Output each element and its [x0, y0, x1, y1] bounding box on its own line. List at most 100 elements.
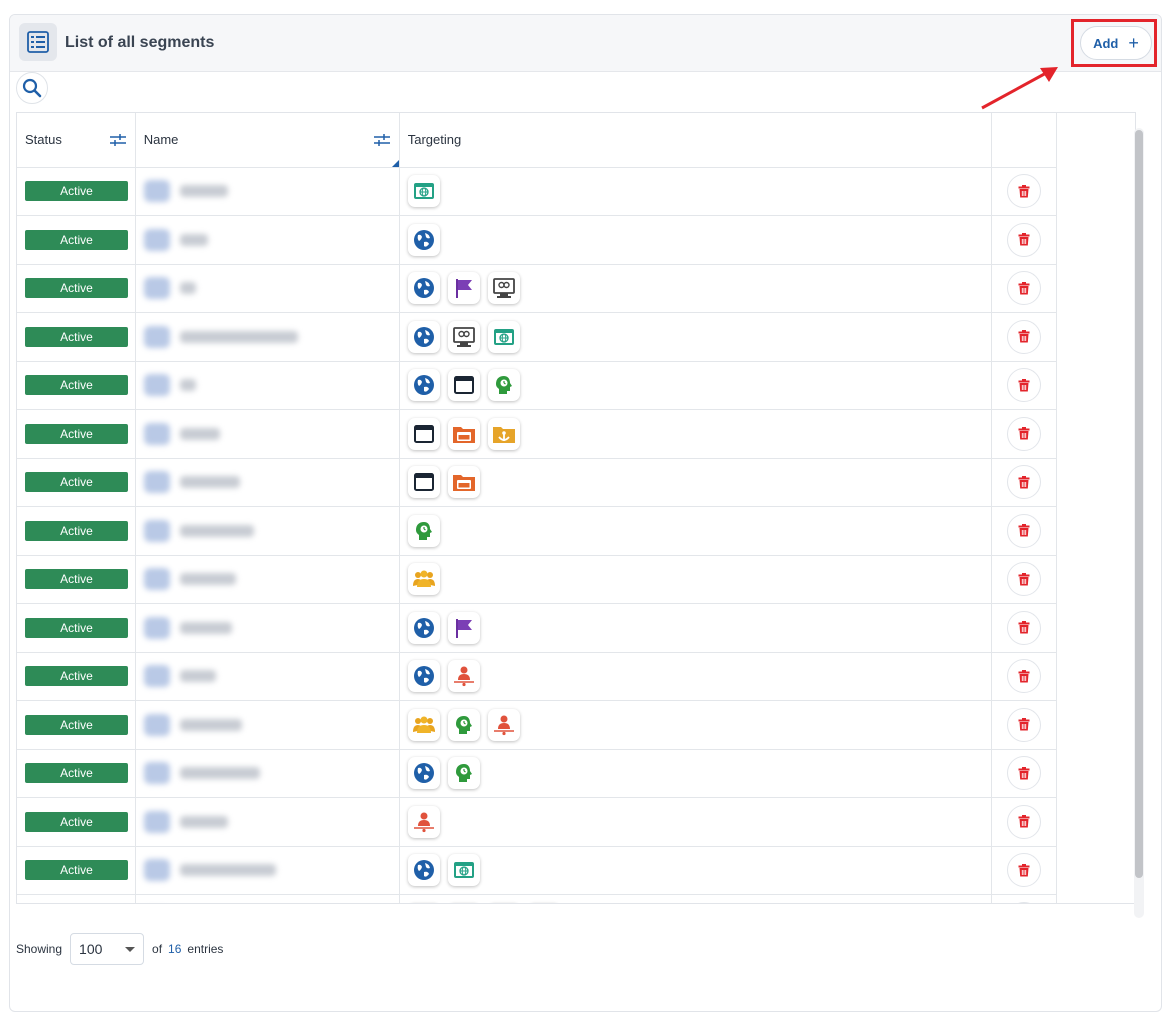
delete-button[interactable]: [1007, 222, 1042, 257]
name-cell[interactable]: [135, 458, 400, 507]
table-row[interactable]: Active: [17, 312, 1057, 362]
name-cell[interactable]: [135, 264, 400, 313]
name-cell[interactable]: [135, 652, 400, 701]
segment-name-redacted: [179, 864, 276, 877]
name-cell[interactable]: [135, 506, 400, 556]
add-button[interactable]: Add +: [1080, 26, 1152, 60]
globe-icon: [407, 757, 440, 790]
actions-cell: [991, 652, 1057, 701]
table-row[interactable]: Active: [17, 506, 1057, 556]
status-cell: Active: [17, 700, 136, 750]
name-cell[interactable]: [135, 215, 400, 265]
table-row[interactable]: Active: [17, 749, 1057, 798]
window-icon: [447, 369, 480, 402]
segment-icon: [143, 180, 170, 203]
targeting-cell: [399, 506, 993, 556]
name-cell[interactable]: [135, 797, 400, 847]
status-cell: Active: [17, 264, 136, 313]
targeting-cell: [399, 700, 993, 750]
flag-icon: [447, 611, 480, 644]
segment-icon: [143, 374, 170, 397]
delete-button[interactable]: [1007, 513, 1042, 548]
actions-cell: [991, 555, 1057, 604]
segment-name-redacted: [179, 524, 254, 537]
delete-button[interactable]: [1007, 659, 1042, 694]
delete-button[interactable]: [1007, 707, 1042, 742]
plus-icon: +: [1128, 33, 1139, 53]
delete-button[interactable]: [1007, 319, 1042, 354]
column-name[interactable]: Name: [135, 113, 400, 168]
actions-cell: [991, 846, 1057, 895]
name-cell[interactable]: [135, 894, 400, 903]
globe-icon: [407, 660, 440, 693]
filter-icon[interactable]: [373, 132, 391, 148]
status-cell: Active: [17, 555, 136, 604]
actions-cell: [991, 797, 1057, 847]
monitor-icon: [447, 320, 480, 353]
column-status[interactable]: Status: [17, 113, 136, 168]
search-button[interactable]: [16, 72, 48, 104]
table-row[interactable]: Active: [17, 409, 1057, 459]
head-icon: [407, 514, 440, 547]
table-row[interactable]: Active: [17, 603, 1057, 653]
name-cell[interactable]: [135, 312, 400, 362]
monitor-icon: [487, 272, 520, 305]
page-size-select[interactable]: 100: [70, 933, 145, 965]
actions-cell: [991, 458, 1057, 507]
delete-button[interactable]: [1007, 901, 1042, 903]
scrollbar-thumb[interactable]: [1135, 130, 1143, 878]
delete-button[interactable]: [1007, 271, 1042, 306]
segment-icon: [143, 325, 170, 348]
delete-button[interactable]: [1007, 562, 1042, 597]
name-cell[interactable]: [135, 846, 400, 895]
status-cell: Active: [17, 749, 136, 798]
name-cell[interactable]: [135, 603, 400, 653]
table-scrollbar[interactable]: [1134, 128, 1144, 918]
actions-cell: [991, 167, 1057, 216]
table-row[interactable]: Active: [17, 797, 1057, 847]
table-row[interactable]: Active: [17, 264, 1057, 313]
table-row[interactable]: Active: [17, 215, 1057, 265]
website-icon: [527, 902, 560, 903]
segment-name-redacted: [179, 573, 236, 586]
table-row[interactable]: Active: [17, 652, 1057, 701]
delete-button[interactable]: [1007, 853, 1042, 888]
delete-button[interactable]: [1007, 804, 1042, 839]
table-row[interactable]: Active: [17, 167, 1057, 216]
name-cell[interactable]: [135, 361, 400, 410]
name-cell[interactable]: [135, 749, 400, 798]
table-row[interactable]: Active: [17, 846, 1057, 895]
segment-icon: [143, 228, 170, 251]
delete-button[interactable]: [1007, 368, 1042, 403]
delete-button[interactable]: [1007, 174, 1042, 209]
status-cell: Active: [17, 894, 136, 903]
segment-name-redacted: [179, 379, 196, 392]
delete-button[interactable]: [1007, 756, 1042, 791]
table-row[interactable]: Active: [17, 458, 1057, 507]
head-icon: [487, 369, 520, 402]
table-row[interactable]: Active: [17, 361, 1057, 410]
segment-name-redacted: [179, 427, 220, 440]
delete-button[interactable]: [1007, 416, 1042, 451]
name-cell[interactable]: [135, 555, 400, 604]
trash-icon: [1018, 524, 1030, 537]
table-row[interactable]: Active: [17, 894, 1057, 903]
of-label: of: [152, 942, 163, 956]
page-title: List of all segments: [65, 34, 215, 51]
status-cell: Active: [17, 409, 136, 459]
name-cell[interactable]: [135, 409, 400, 459]
actions-cell: [991, 894, 1057, 903]
filter-icon[interactable]: [109, 132, 127, 148]
table-row[interactable]: Active: [17, 700, 1057, 750]
table-row[interactable]: Active: [17, 555, 1057, 604]
delete-button[interactable]: [1007, 610, 1042, 645]
segment-name-redacted: [179, 233, 208, 246]
targeting-cell: [399, 167, 993, 216]
targeting-cell: [399, 797, 993, 847]
actions-cell: [991, 264, 1057, 313]
name-cell[interactable]: [135, 700, 400, 750]
segment-name-redacted: [179, 185, 228, 198]
name-cell[interactable]: [135, 167, 400, 216]
segment-name-redacted: [179, 330, 298, 343]
delete-button[interactable]: [1007, 465, 1042, 500]
